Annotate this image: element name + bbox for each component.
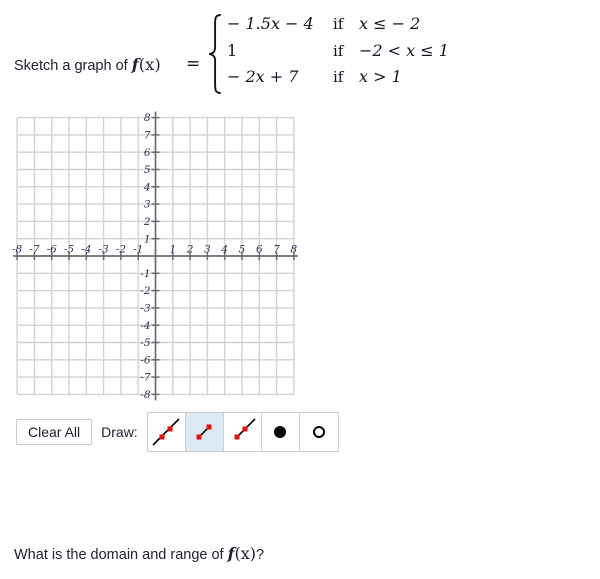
segment-icon xyxy=(196,424,212,440)
axis-tick-label: 3 xyxy=(144,199,151,211)
axis-tick-label: 7 xyxy=(273,244,280,256)
axis-tick-label: -7 xyxy=(140,372,151,384)
axis-tick-label: -3 xyxy=(140,303,151,315)
axis-tick-label: 5 xyxy=(144,164,151,176)
question-lead-text: What is the domain and range of xyxy=(14,547,228,563)
coordinate-plane[interactable]: -8 -7 -6 -5 -4 -3 -2 -1 1 2 3 4 5 6 7 887654321-1-2-3-4… xyxy=(0,100,340,405)
filled-dot-tool-button[interactable] xyxy=(261,413,300,451)
axis-tick-label: -7 xyxy=(29,244,40,256)
axis-tick-label: -6 xyxy=(140,354,151,366)
piecewise-case-row: − 2x + 7 if x > 1 xyxy=(227,67,449,94)
axis-tick-label: 8 xyxy=(291,244,298,256)
case-condition: −2 < x ≤ 1 xyxy=(359,40,449,60)
axis-tick-label: -2 xyxy=(116,244,127,256)
axis-tick-label: -8 xyxy=(12,244,23,256)
segment-tool-button[interactable] xyxy=(185,413,224,451)
function-symbol: f(x) xyxy=(227,544,257,563)
axis-tick-label: -4 xyxy=(81,244,91,256)
case-if-keyword: if xyxy=(333,68,344,87)
filled-dot-icon xyxy=(274,426,287,438)
axis-tick-label: 2 xyxy=(143,216,151,228)
axis-tick-label: 6 xyxy=(144,147,151,159)
line-tool-button[interactable] xyxy=(147,413,186,451)
case-expression: − 1.5x − 4 xyxy=(227,14,314,34)
axis-tick-label: 2 xyxy=(186,244,194,256)
axis-tick-label: 5 xyxy=(239,244,246,256)
axis-tick-label: 7 xyxy=(144,130,151,142)
case-expression: 1 xyxy=(227,40,238,60)
case-if-keyword: if xyxy=(333,15,344,34)
axis-tick-label: -5 xyxy=(140,337,151,349)
prompt-lead-text: Sketch a graph of xyxy=(14,58,132,74)
question-trailing: ? xyxy=(256,547,265,563)
axis-tick-label: 4 xyxy=(143,181,151,193)
function-symbol: f(x) xyxy=(131,55,161,74)
piecewise-case-row: − 1.5x − 4 if x ≤ − 2 xyxy=(227,14,449,41)
piecewise-case-row: 1 if −2 < x ≤ 1 xyxy=(227,41,449,68)
axis-tick-label: -5 xyxy=(64,244,75,256)
axis-tick-label: 1 xyxy=(144,233,151,245)
axis-tick-label: -1 xyxy=(140,268,150,280)
equals-sign: = xyxy=(186,54,201,74)
line-icon xyxy=(152,418,180,446)
axis-tick-label: -4 xyxy=(140,320,150,332)
axis-tick-label: 3 xyxy=(204,244,211,256)
tool-strip xyxy=(146,412,339,452)
ray-tool-button[interactable] xyxy=(223,413,262,451)
case-expression: − 2x + 7 xyxy=(227,67,299,87)
open-dot-icon xyxy=(312,426,325,438)
problem-statement: Sketch a graph of f(x) = − 1.5x − 4 if x… xyxy=(14,12,454,94)
curly-brace-icon xyxy=(208,14,221,94)
open-dot-tool-button[interactable] xyxy=(299,413,338,451)
axis-tick-label: 8 xyxy=(144,112,151,124)
axis-tick-label: -1 xyxy=(133,244,143,256)
domain-range-question: What is the domain and range of f(x)? xyxy=(14,544,264,563)
case-condition: x > 1 xyxy=(359,67,402,87)
graph-canvas[interactable]: -8 -7 -6 -5 -4 -3 -2 -1 1 2 3 4 5 6 7 8 8 7 6 5 4 3 2 1 -1 -2 -3 -4… xyxy=(0,100,340,405)
case-condition: x ≤ − 2 xyxy=(359,14,421,34)
axis-tick-label: -2 xyxy=(140,285,151,297)
axis-tick-label: 1 xyxy=(169,244,176,256)
clear-all-button[interactable]: Clear All xyxy=(16,419,93,445)
piecewise-definition: − 1.5x − 4 if x ≤ − 2 1 if −2 < x ≤ 1 − … xyxy=(206,14,449,94)
axis-tick-label: -3 xyxy=(98,244,109,256)
axis-tick-label: 4 xyxy=(220,244,228,256)
draw-label: Draw: xyxy=(101,424,138,440)
case-if-keyword: if xyxy=(333,41,344,60)
axis-tick-label: -6 xyxy=(47,244,58,256)
ray-icon xyxy=(234,418,256,440)
prompt-label: Sketch a graph of f(x) xyxy=(14,55,161,74)
axis-tick-label: -8 xyxy=(140,389,151,401)
piecewise-cases: − 1.5x − 4 if x ≤ − 2 1 if −2 < x ≤ 1 − … xyxy=(227,14,449,94)
drawing-toolbar: Clear All Draw: xyxy=(16,412,339,452)
axis-tick-label: 6 xyxy=(256,244,263,256)
